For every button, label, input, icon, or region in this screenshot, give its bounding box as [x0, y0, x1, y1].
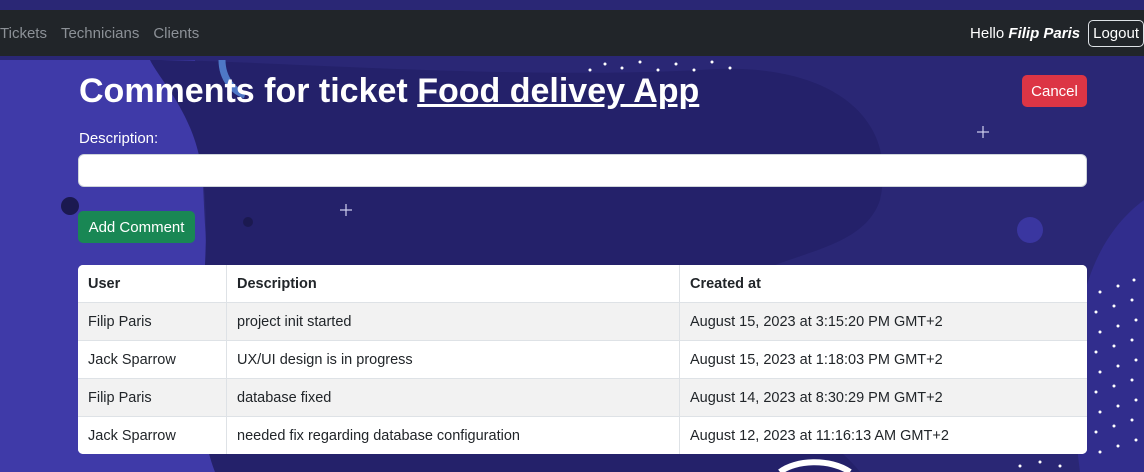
table-row: Jack Sparrow needed fix regarding databa… — [78, 416, 1087, 454]
top-navbar: Tickets Technicians Clients Hello Filip … — [0, 10, 1144, 56]
greeting-text: Hello — [970, 24, 1005, 42]
user-name: Filip Paris — [1008, 24, 1081, 42]
user-area: Hello Filip Paris Logout — [970, 19, 1144, 47]
title-prefix: Comments for ticket — [79, 72, 408, 110]
greeting: Hello Filip Paris — [970, 25, 1080, 42]
cell-created-at: August 15, 2023 at 3:15:20 PM GMT+2 — [679, 302, 1087, 341]
comments-table: User Description Created at Filip Paris … — [78, 265, 1087, 454]
table-header-row: User Description Created at — [78, 265, 1087, 303]
column-header-description: Description — [226, 265, 680, 303]
nav-link-tickets[interactable]: Tickets — [0, 25, 47, 42]
page-title: Comments for ticket Food delivey App — [79, 72, 699, 111]
add-comment-button[interactable]: Add Comment — [78, 211, 195, 243]
description-label: Description: — [79, 130, 159, 147]
cell-user: Jack Sparrow — [78, 340, 227, 379]
nav-link-technicians[interactable]: Technicians — [61, 25, 139, 42]
cell-description: database fixed — [226, 378, 680, 417]
comments-table-container: User Description Created at Filip Paris … — [78, 265, 1087, 454]
cell-user: Filip Paris — [78, 302, 227, 341]
cell-description: needed fix regarding database configurat… — [226, 416, 680, 454]
cancel-button[interactable]: Cancel — [1022, 75, 1087, 107]
column-header-created-at: Created at — [679, 265, 1087, 303]
cell-description: project init started — [226, 302, 680, 341]
nav-links: Tickets Technicians Clients — [0, 25, 213, 42]
cell-created-at: August 12, 2023 at 11:16:13 AM GMT+2 — [679, 416, 1087, 454]
cell-user: Filip Paris — [78, 378, 227, 417]
table-row: Filip Paris project init started August … — [78, 302, 1087, 341]
table-row: Filip Paris database fixed August 14, 20… — [78, 378, 1087, 417]
logout-button[interactable]: Logout — [1088, 19, 1144, 47]
ticket-link[interactable]: Food delivey App — [417, 72, 699, 110]
main-content: Comments for ticket Food delivey App Can… — [0, 0, 1144, 472]
column-header-user: User — [78, 265, 227, 303]
cell-created-at: August 14, 2023 at 8:30:29 PM GMT+2 — [679, 378, 1087, 417]
nav-link-clients[interactable]: Clients — [153, 25, 199, 42]
cell-user: Jack Sparrow — [78, 416, 227, 454]
description-input[interactable] — [78, 154, 1087, 187]
cell-created-at: August 15, 2023 at 1:18:03 PM GMT+2 — [679, 340, 1087, 379]
table-row: Jack Sparrow UX/UI design is in progress… — [78, 340, 1087, 379]
cell-description: UX/UI design is in progress — [226, 340, 680, 379]
